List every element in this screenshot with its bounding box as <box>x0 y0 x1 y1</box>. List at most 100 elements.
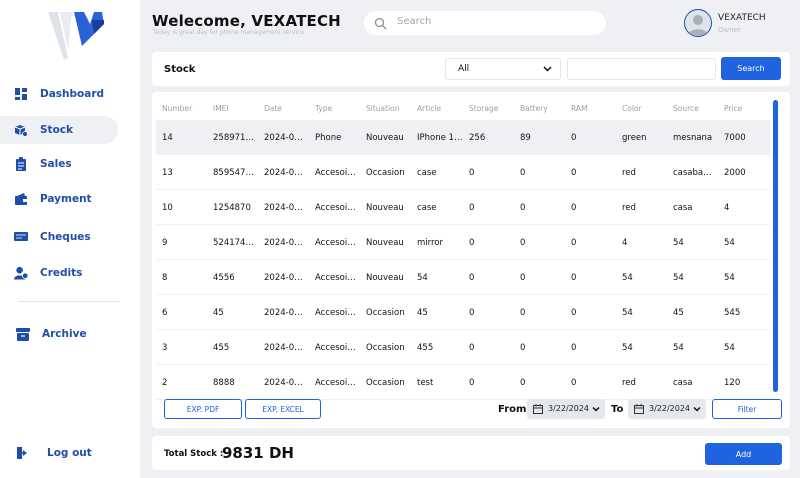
table-cell: 54 <box>417 273 428 283</box>
table-cell: 0 <box>571 168 577 178</box>
table-cell: 0 <box>571 308 577 318</box>
total-stock-bar: Total Stock : 9831 DH Add <box>152 436 790 470</box>
total-stock-label: Total Stock : <box>164 449 224 459</box>
filter-button[interactable]: Filter <box>712 399 782 419</box>
search-button[interactable]: Search <box>721 57 781 80</box>
chevron-down-icon <box>543 64 552 73</box>
sidebar-item-label: Dashboard <box>40 88 105 100</box>
column-header[interactable]: Color <box>622 104 642 113</box>
table-cell: 0 <box>469 308 475 318</box>
table-cell: 2024-0… <box>264 238 303 248</box>
table-cell: 10 <box>162 203 173 213</box>
table-row[interactable]: 2 8888 2024-0… Accesoi… Occasion test 0 0 0 red ca… <box>156 365 770 400</box>
table-row[interactable]: 13 859547… 2024-0… Accesoi… Occasion case 0 0 0 r… <box>156 155 770 190</box>
sidebar-item-stock[interactable]: Stock <box>0 116 118 144</box>
table-cell: Occasion <box>366 168 405 178</box>
table-row[interactable]: 14 2589714… 2024-0… Phone Nouveau IPhone 1… 25… <box>156 120 770 155</box>
table-cell: 2024-0… <box>264 308 303 318</box>
table-cell: 0 <box>469 168 475 178</box>
table-cell: 45 <box>673 308 684 318</box>
sidebar-item-label: Cheques <box>40 231 91 243</box>
stock-search-field[interactable] <box>567 58 716 80</box>
scrollbar[interactable] <box>773 100 778 392</box>
column-header[interactable]: Source <box>673 104 699 113</box>
table-cell: red <box>622 378 636 388</box>
sidebar-item-sales[interactable]: Sales <box>0 150 118 178</box>
table-row[interactable]: 3 455 2024-0… Accesoi… Occasion 455 0 0 0 54 54 54 <box>156 330 770 365</box>
table-cell: 0 <box>571 133 577 143</box>
table-cell: red <box>622 203 636 213</box>
table-cell: 0 <box>520 378 526 388</box>
table-cell: 3 <box>162 343 168 353</box>
sidebar-divider <box>18 301 120 302</box>
stock-table: Number IMEI Date Type Situation Article Storag… <box>152 92 790 428</box>
table-cell: Nouveau <box>366 238 404 248</box>
add-button[interactable]: Add <box>705 443 782 465</box>
table-cell: 13 <box>162 168 173 178</box>
table-cell: 2589714… <box>213 133 259 143</box>
table-row[interactable]: 9 5241748… 2024-0… Accesoi… Nouveau mirror 0 0 0… <box>156 225 770 260</box>
table-cell: 45 <box>417 308 428 318</box>
table-cell: IPhone 1… <box>417 133 463 143</box>
table-cell: 54 <box>673 343 684 353</box>
sidebar-item-payment[interactable]: Payment <box>0 185 118 213</box>
table-cell: Nouveau <box>366 273 404 283</box>
table-cell: Nouveau <box>366 133 404 143</box>
user-role: Owner <box>718 26 741 34</box>
table-cell: mirror <box>417 238 443 248</box>
column-header[interactable]: Date <box>264 104 282 113</box>
table-cell: 2 <box>162 378 168 388</box>
table-cell: 54 <box>673 238 684 248</box>
table-cell: 0 <box>571 203 577 213</box>
table-header: Number IMEI Date Type Situation Article Storag… <box>156 98 770 120</box>
avatar[interactable] <box>684 9 712 37</box>
table-cell: 2024-0… <box>264 273 303 283</box>
export-excel-button[interactable]: EXP. EXCEL <box>245 399 321 419</box>
table-cell: 8888 <box>213 378 235 388</box>
column-header[interactable]: Article <box>417 104 441 113</box>
chevron-down-icon <box>693 405 701 413</box>
search-placeholder: Search <box>397 16 432 27</box>
column-header[interactable]: Type <box>315 104 332 113</box>
table-row[interactable]: 8 4556 2024-0… Accesoi… Nouveau 54 0 0 0 54 54 54 <box>156 260 770 295</box>
table-cell: 0 <box>571 343 577 353</box>
table-cell: 0 <box>571 378 577 388</box>
table-cell: 4 <box>724 203 730 213</box>
table-cell: 7000 <box>724 133 746 143</box>
table-cell: 0 <box>520 308 526 318</box>
search-input[interactable]: Search <box>364 11 606 35</box>
cheque-icon <box>14 230 28 244</box>
export-pdf-button[interactable]: EXP. PDF <box>164 399 242 419</box>
sidebar-item-dashboard[interactable]: Dashboard <box>0 80 118 108</box>
table-cell: 4556 <box>213 273 235 283</box>
sidebar-item-credits[interactable]: Credits <box>0 259 118 287</box>
user-name: VEXATECH <box>718 13 766 23</box>
table-cell: 8 <box>162 273 168 283</box>
column-header[interactable]: Battery <box>520 104 548 113</box>
credit-user-icon <box>14 266 28 280</box>
sidebar-item-cheques[interactable]: Cheques <box>0 223 118 251</box>
calendar-icon <box>634 404 644 414</box>
type-filter-select[interactable]: All <box>445 58 561 80</box>
table-cell: 45 <box>213 308 224 318</box>
table-row[interactable]: 10 1254870 2024-0… Accesoi… Nouveau case 0 0 0 re… <box>156 190 770 225</box>
column-header[interactable]: IMEI <box>213 104 229 113</box>
table-row[interactable]: 6 45 2024-0… Accesoi… Occasion 45 0 0 0 54 45 545 <box>156 295 770 330</box>
column-header[interactable]: Number <box>162 104 192 113</box>
column-header[interactable]: Price <box>724 104 742 113</box>
stock-toolbar: Stock All Search <box>152 52 790 86</box>
page-subtitle: Today is great day for phone management … <box>153 29 305 36</box>
table-cell: 2000 <box>724 168 746 178</box>
table-cell: 54 <box>622 308 633 318</box>
from-date-picker[interactable]: 3/22/2024 <box>527 399 605 419</box>
table-cell: 859547… <box>213 168 254 178</box>
logout-button[interactable]: Log out <box>0 439 118 467</box>
table-cell: 54 <box>724 343 735 353</box>
table-cell: 120 <box>724 378 741 388</box>
column-header[interactable]: Storage <box>469 104 498 113</box>
column-header[interactable]: Situation <box>366 104 400 113</box>
to-date-picker[interactable]: 3/22/2024 <box>628 399 706 419</box>
sidebar-item-archive[interactable]: Archive <box>0 320 118 348</box>
logo <box>38 10 108 64</box>
column-header[interactable]: RAM <box>571 104 588 113</box>
